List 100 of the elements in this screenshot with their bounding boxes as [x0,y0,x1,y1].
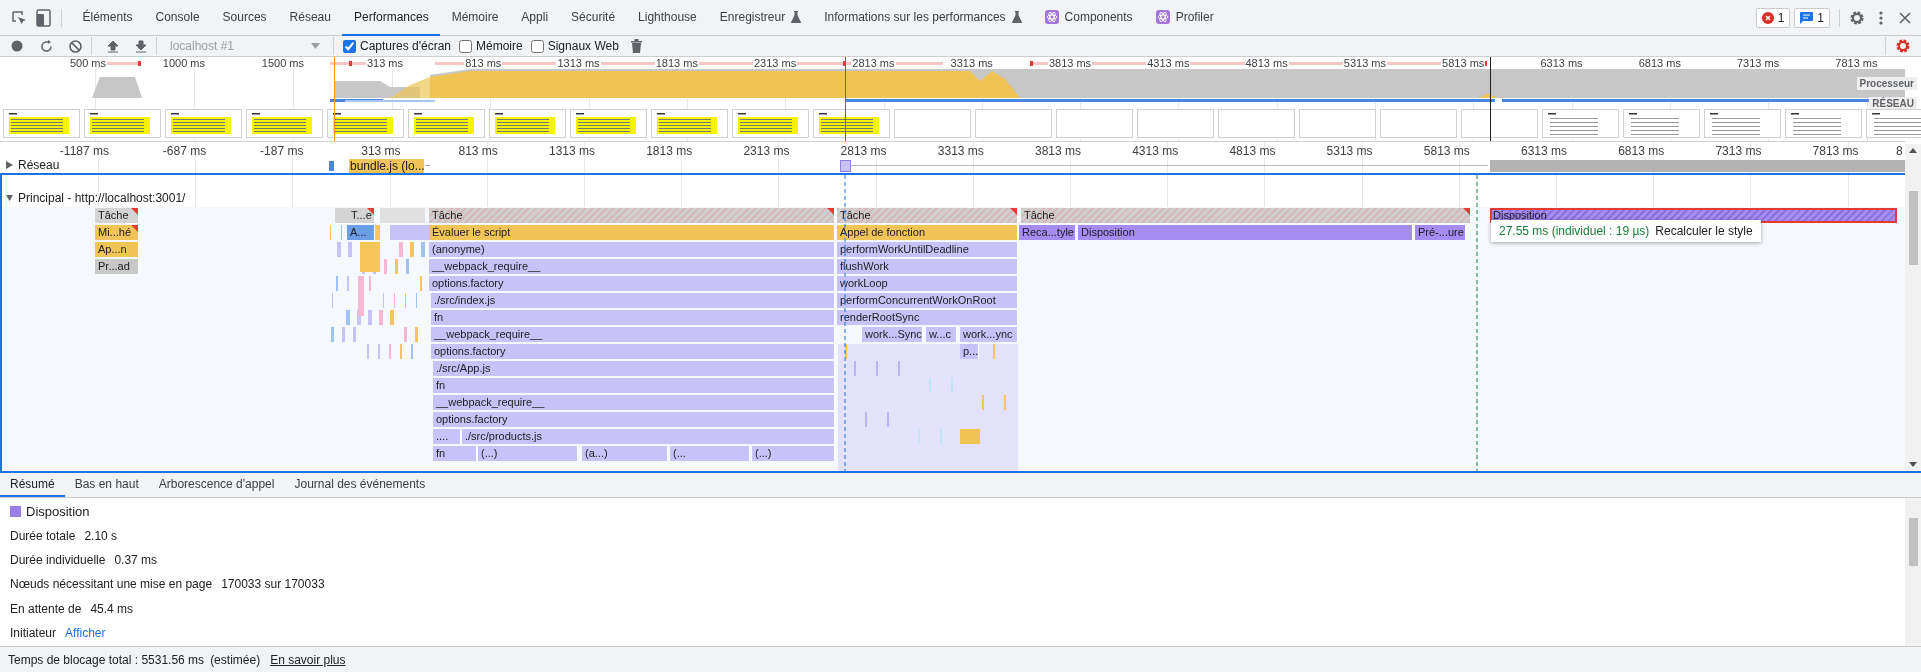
scrollbar[interactable] [1905,498,1921,646]
flame-event[interactable]: workLoop [837,276,1018,291]
main-track-toggle[interactable]: Principal - http://localhost:3001/ [6,191,186,205]
flame-event[interactable]: fn [431,310,835,325]
error-icon [1761,11,1774,24]
flame-event[interactable]: renderRootSync [837,310,1018,325]
scrollbar-thumb[interactable] [1908,191,1918,265]
checkbox[interactable] [459,39,472,53]
flame-event[interactable]: Tâche [837,208,1018,223]
scroll-down-icon[interactable] [1909,462,1917,467]
overview-tick-label: 6313 ms [1539,57,1584,69]
upload-icon[interactable] [107,39,119,53]
flame-event[interactable]: A... [347,225,375,240]
flame-event[interactable]: (... [670,446,750,461]
message-count-badge[interactable]: 1 [1794,7,1830,28]
flame-event[interactable]: Tâche [95,208,139,223]
flame-event[interactable]: Pré-...ure [1415,225,1466,240]
summary-value: 45.4 ms [90,601,134,616]
learn-more-link[interactable]: En savoir plus [270,653,346,667]
flame-event[interactable]: .... [433,429,461,444]
checkbox[interactable] [530,39,544,53]
checkbox[interactable] [343,39,356,53]
summary-label: Nœuds nécessitant une mise en page [10,577,213,592]
panel-tab[interactable]: Console [144,0,212,36]
flame-event[interactable]: work...Sync [862,327,923,342]
message-icon [1800,11,1814,24]
flame-event[interactable]: (...) [478,446,578,461]
flame-event[interactable]: (a...) [582,446,668,461]
summary-link[interactable]: Afficher [65,625,106,640]
flame-event[interactable]: Disposition [1078,225,1413,240]
request-bar[interactable]: bundle.js (lo... [349,159,424,173]
flame-event[interactable]: p... [960,344,979,359]
flame-event[interactable]: options.factory [433,412,835,427]
settings-icon[interactable] [1895,38,1911,54]
panel-tab[interactable]: Enregistreur [708,0,813,36]
record-icon[interactable] [11,40,23,52]
flame-event[interactable]: Pr...ad [95,259,139,274]
checkbox-label: Signaux Web [547,39,619,53]
flame-event[interactable]: fn [433,446,477,461]
flame-event[interactable]: options.factory [431,344,835,359]
atom-icon [1044,9,1059,24]
error-count-badge[interactable]: 1 [1755,7,1791,28]
flame-event[interactable]: Ap...n [95,242,139,257]
flame-event[interactable]: fn [433,378,835,393]
scrollbar[interactable] [1905,144,1921,471]
flame-event[interactable]: performConcurrentWorkOnRoot [837,293,1018,308]
network-track-toggle[interactable]: Réseau [6,158,60,172]
flame-event[interactable]: ./src/index.js [431,293,835,308]
flame-event[interactable]: (...) [752,446,835,461]
trash-icon[interactable] [630,39,642,53]
panel-tab[interactable]: Mémoire [440,0,510,36]
more-menu-icon[interactable] [1879,10,1883,25]
flame-event[interactable]: flushWork [837,259,1018,274]
flame-event[interactable]: Évaluer le script [429,225,835,240]
flame-event[interactable]: Appel de fonction [837,225,1018,240]
flame-event[interactable]: T...e [348,208,375,223]
flame-event[interactable]: ./src/products.js [462,429,835,444]
flame-event[interactable]: Tâche [429,208,835,223]
overview-tick-label: 3313 ms [949,57,994,69]
flame-event[interactable]: Mi...hé [95,225,139,240]
flame-event[interactable]: w...c [926,327,957,342]
download-icon[interactable] [135,39,147,53]
flame-event[interactable]: options.factory [429,276,835,291]
ruler-tick-label: 313 ms [361,144,401,158]
expand-icon [6,161,13,169]
summary-label: Durée totale [10,529,76,544]
details-tab[interactable]: Arborescence d'appel [148,473,285,497]
flame-event[interactable]: __webpack_require__ [429,259,835,274]
device-icon[interactable] [36,8,52,27]
collapse-icon [6,194,13,202]
flame-event[interactable]: work...ync [960,327,1018,342]
flame-event[interactable]: ./src/App.js [433,361,835,376]
reload-icon[interactable] [40,39,53,53]
panel-tab[interactable]: Réseau [278,0,343,36]
panel-tab[interactable]: Components [1033,0,1145,36]
clear-icon[interactable] [69,39,82,53]
inspect-icon[interactable] [10,8,28,27]
panel-tab[interactable]: Éléments [71,0,145,36]
flame-event[interactable]: (anonyme) [429,242,835,257]
panel-tab[interactable]: Sources [211,0,279,36]
close-icon[interactable] [1899,11,1911,24]
flame-event[interactable]: __webpack_require__ [431,327,835,342]
flame-event[interactable]: performWorkUntilDeadline [837,242,1018,257]
details-tab[interactable]: Résumé [0,473,65,497]
scroll-up-icon[interactable] [1909,148,1917,153]
panel-tab[interactable]: Lighthouse [626,0,709,36]
details-tab[interactable]: Bas en haut [64,473,149,497]
checkbox-label: Mémoire [476,39,523,53]
overview-tick-label: 1813 ms [654,57,699,69]
overview-tick-label: 4813 ms [1244,57,1289,69]
flame-event[interactable]: __webpack_require__ [433,395,835,410]
panel-tab[interactable]: Appli [509,0,560,36]
panel-tab[interactable]: Sécurité [559,0,627,36]
panel-tab[interactable]: Profiler [1144,0,1226,36]
overview-tick-label: 3813 ms [1047,57,1093,69]
flame-event[interactable]: Tâche [1021,208,1471,223]
details-tab[interactable]: Journal des événements [284,473,436,497]
panel-tab[interactable]: Informations sur les performances [812,0,1034,36]
settings-icon[interactable] [1849,9,1865,26]
flame-event[interactable]: Reca...tyle [1019,225,1076,240]
